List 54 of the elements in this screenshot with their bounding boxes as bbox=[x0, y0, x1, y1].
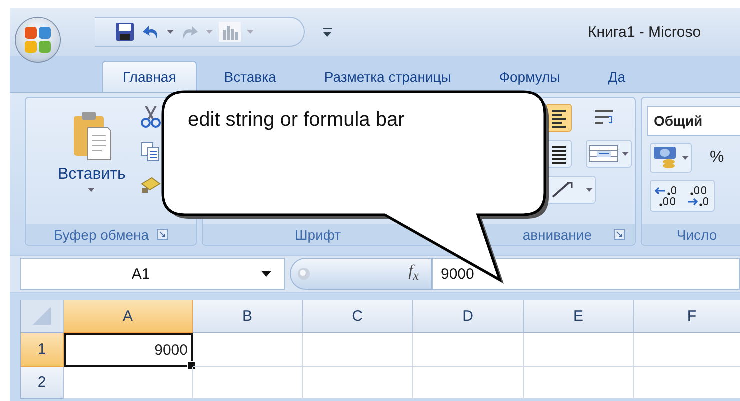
ribbon-tab[interactable]: Да bbox=[587, 61, 647, 92]
copy-icon[interactable] bbox=[140, 142, 161, 162]
brush-icon[interactable] bbox=[140, 176, 162, 194]
table-cell[interactable] bbox=[64, 367, 193, 399]
number-format-field[interactable]: Общий bbox=[647, 106, 740, 136]
column-header[interactable]: D bbox=[413, 300, 524, 333]
table-cell[interactable]: 9000 bbox=[64, 333, 193, 367]
save-icon[interactable] bbox=[115, 22, 135, 42]
justify-icon[interactable] bbox=[549, 143, 569, 165]
fill-handle[interactable] bbox=[187, 361, 196, 370]
ribbon-tab[interactable]: Формулы bbox=[478, 61, 582, 92]
group-label: Шрифт bbox=[294, 226, 342, 242]
merge-cells-icon[interactable] bbox=[589, 143, 619, 165]
table-cell[interactable] bbox=[303, 333, 413, 367]
office-logo-icon bbox=[24, 26, 52, 54]
table-cell[interactable] bbox=[524, 333, 634, 367]
column-header[interactable]: B bbox=[193, 300, 303, 333]
column-header[interactable]: A bbox=[64, 300, 193, 333]
align-right-icon[interactable] bbox=[549, 107, 569, 129]
column-header[interactable]: E bbox=[524, 300, 634, 333]
name-box[interactable]: A1 bbox=[20, 258, 285, 290]
table-cell[interactable] bbox=[303, 367, 413, 399]
corner-triangle-icon bbox=[31, 305, 53, 327]
percent-button[interactable]: % bbox=[710, 149, 724, 167]
row-header[interactable]: 2 bbox=[21, 367, 64, 399]
table-cell[interactable] bbox=[193, 367, 303, 399]
column-header[interactable]: C bbox=[303, 300, 413, 333]
ribbon-tab[interactable]: Разметка страницы bbox=[303, 61, 472, 92]
ribbon-tab[interactable]: Вставка bbox=[203, 61, 298, 92]
caret-icon bbox=[88, 188, 96, 192]
dialog-launcher-icon[interactable] bbox=[614, 229, 625, 240]
insert-function-button[interactable]: f$_{x}$ bbox=[408, 263, 419, 285]
ribbon-tab[interactable]: Главная bbox=[102, 61, 198, 92]
callout-text: edit string or formula bar bbox=[188, 109, 405, 132]
table-cell[interactable] bbox=[413, 367, 524, 399]
caret-icon[interactable] bbox=[261, 271, 272, 277]
office-button[interactable] bbox=[16, 18, 60, 62]
column-header[interactable]: F bbox=[634, 300, 740, 333]
scissors-icon[interactable] bbox=[140, 106, 161, 128]
group-label: авнивание bbox=[522, 226, 592, 242]
formula-input[interactable]: 9000 bbox=[432, 258, 740, 290]
group-label: Буфер обмена bbox=[54, 226, 150, 242]
group-label: Число bbox=[676, 226, 718, 242]
clipboard-icon bbox=[72, 110, 112, 162]
row-header[interactable]: 1 bbox=[21, 333, 64, 367]
table-cell[interactable] bbox=[193, 333, 303, 367]
table-cell[interactable] bbox=[413, 333, 524, 367]
table-cell[interactable] bbox=[524, 367, 634, 399]
paste-button[interactable]: Вставить bbox=[52, 106, 132, 224]
currency-icon[interactable] bbox=[653, 146, 679, 170]
customize-icon[interactable] bbox=[323, 28, 332, 36]
chart-icon[interactable] bbox=[219, 22, 241, 42]
dialog-launcher-icon[interactable] bbox=[157, 229, 168, 240]
window-title: Книга1 - Microso bbox=[588, 24, 702, 40]
